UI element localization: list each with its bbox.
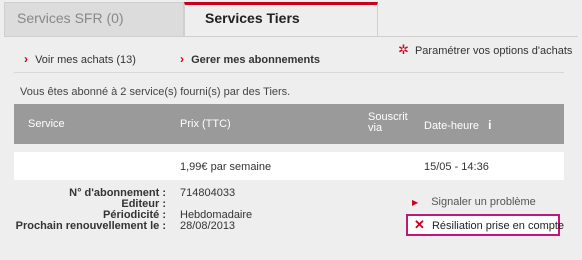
tab-services-sfr[interactable]: Services SFR (0) xyxy=(4,2,184,36)
signaler-probleme-link[interactable]: ▶ Signaler un problème xyxy=(412,196,536,208)
divider xyxy=(14,72,564,73)
header-date: Date-heure i xyxy=(424,118,491,132)
label-renouvellement: Prochain renouvellement le : xyxy=(15,220,166,232)
resiliation-status[interactable]: ✕ Résiliation prise en compte xyxy=(406,214,564,236)
row-prix: 1,99€ par semaine xyxy=(180,161,272,173)
header-prix: Prix (TTC) xyxy=(180,118,231,130)
tab-bar: Services SFR (0) Services Tiers xyxy=(4,0,578,36)
subscription-details: N° d'abonnement : Editeur : Périodicité … xyxy=(14,180,564,244)
resiliation-label: Résiliation prise en compte xyxy=(431,220,565,232)
header-souscrit-line2: via xyxy=(368,122,383,134)
table-row: 1,99€ par semaine 15/05 - 14:36 xyxy=(14,152,564,180)
header-service: Service xyxy=(28,118,65,130)
header-souscrit: Souscrit via xyxy=(368,112,408,134)
table-header: Service Prix (TTC) Souscrit via Date-heu… xyxy=(14,104,564,144)
row-date: 15/05 - 14:36 xyxy=(424,161,489,173)
header-date-label: Date-heure xyxy=(424,120,480,132)
value-renouvellement: 28/08/2013 xyxy=(180,220,236,232)
value-numero: 714804033 xyxy=(180,187,236,199)
gear-icon: ✲ xyxy=(398,42,409,57)
details-values: 714804033 Hebdomadaire 28/08/2013 xyxy=(180,188,252,232)
voir-achats-link[interactable]: › Voir mes achats (13) xyxy=(24,52,136,66)
triangle-right-icon: ▶ xyxy=(412,198,419,207)
details-labels: N° d'abonnement : Editeur : Périodicité … xyxy=(14,188,166,232)
options-label: Paramétrer vos options d'achats xyxy=(414,45,573,57)
voir-achats-label: Voir mes achats (13) xyxy=(35,54,136,66)
chevron-right-icon: › xyxy=(24,52,28,66)
chevron-right-icon: › xyxy=(180,52,184,66)
gerer-abonnements-link[interactable]: › Gerer mes abonnements xyxy=(180,52,320,66)
tab-services-tiers[interactable]: Services Tiers xyxy=(184,2,378,36)
info-icon[interactable]: i xyxy=(488,118,491,132)
subscription-info: Vous êtes abonné à 2 service(s) fourni(s… xyxy=(20,86,291,98)
gerer-abonnements-label: Gerer mes abonnements xyxy=(191,54,321,66)
tab-divider xyxy=(4,36,578,37)
options-link[interactable]: ✲ Paramétrer vos options d'achats xyxy=(398,42,572,58)
cross-icon: ✕ xyxy=(414,217,425,232)
signaler-label: Signaler un problème xyxy=(431,196,536,208)
